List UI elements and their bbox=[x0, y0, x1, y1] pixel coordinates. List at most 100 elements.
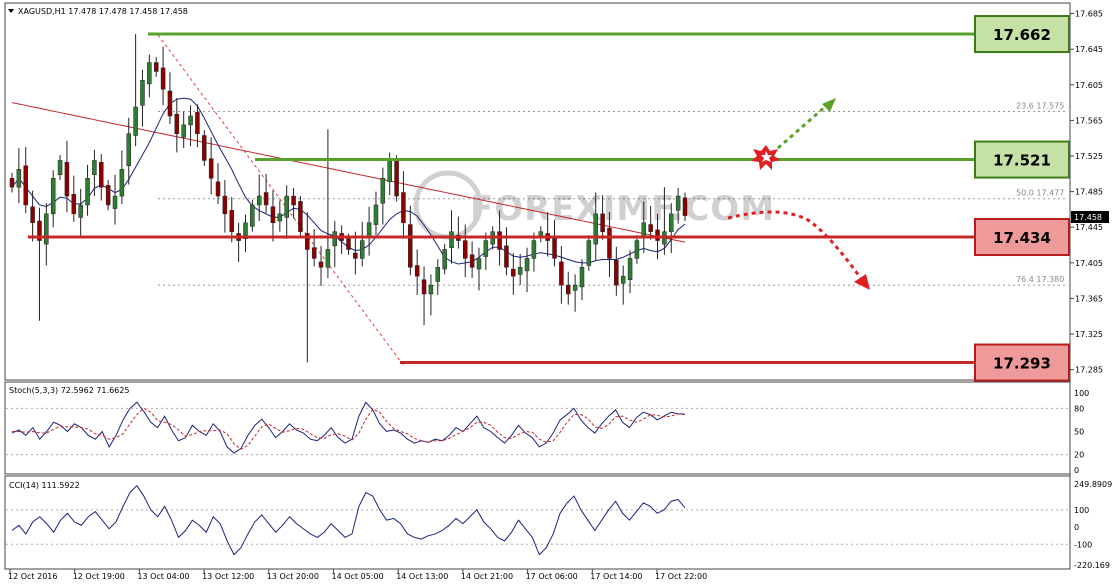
time-tick-label: 14 Oct 21:00 bbox=[461, 572, 513, 581]
candle-body bbox=[607, 227, 612, 259]
candle-body bbox=[387, 160, 392, 183]
candle-body bbox=[497, 231, 502, 250]
candle-body bbox=[133, 106, 138, 136]
time-tick-label: 17 Oct 22:00 bbox=[655, 572, 707, 581]
candle-body bbox=[504, 245, 509, 268]
price-axis: 17.685 17.645 17.605 17.565 17.525 17.485 17.4… bbox=[1070, 10, 1103, 375]
candle-body bbox=[9, 178, 15, 188]
candle-body bbox=[30, 206, 35, 224]
candle-body bbox=[462, 240, 468, 259]
fib-label: 76.4 17.380 bbox=[1016, 275, 1064, 284]
price-tick-label: 17.405 bbox=[1075, 259, 1103, 268]
level-label: 17.521 bbox=[993, 152, 1051, 170]
price-tick-label: 17.525 bbox=[1075, 152, 1103, 161]
candle-body bbox=[572, 284, 578, 291]
current-price-label: 17.458 bbox=[1074, 213, 1102, 222]
candle-body bbox=[669, 213, 674, 232]
candle-body bbox=[600, 213, 605, 232]
cci-tick-label: -100 bbox=[1074, 540, 1092, 549]
candle-body bbox=[408, 224, 413, 268]
time-tick-label: 17 Oct 14:00 bbox=[590, 572, 642, 581]
candle-body bbox=[401, 192, 406, 224]
candle-body bbox=[160, 67, 166, 90]
candle-body bbox=[524, 258, 530, 272]
candle-body bbox=[586, 240, 592, 266]
candle-body bbox=[23, 165, 28, 206]
candle-body bbox=[332, 231, 338, 247]
candle-body bbox=[346, 238, 351, 250]
candle-body bbox=[682, 197, 688, 216]
candle-body bbox=[263, 192, 269, 206]
candle-body bbox=[105, 185, 111, 206]
candle-body bbox=[222, 195, 228, 215]
candle-body bbox=[517, 267, 523, 275]
level-label: 17.662 bbox=[993, 26, 1051, 44]
level-label: 17.434 bbox=[993, 229, 1051, 247]
level-label: 17.293 bbox=[993, 355, 1051, 373]
candle-body bbox=[119, 169, 125, 197]
candle-body bbox=[153, 62, 159, 72]
stoch-tick-label: 50 bbox=[1074, 428, 1084, 437]
candle-body bbox=[359, 240, 365, 259]
cci-tick-label: 249.8909 bbox=[1074, 480, 1112, 489]
candle-body bbox=[270, 206, 276, 224]
fib-label: 50.0 17.477 bbox=[1016, 189, 1064, 198]
candle-body bbox=[277, 213, 283, 222]
candle-body bbox=[85, 178, 90, 206]
candle-body bbox=[284, 195, 289, 218]
stoch-tick-label: 20 bbox=[1074, 451, 1084, 460]
candle-body bbox=[428, 284, 434, 295]
candle-body bbox=[167, 90, 173, 117]
candle-body bbox=[614, 259, 619, 286]
candle-body bbox=[421, 279, 427, 295]
time-tick-label: 12 Oct 2016 bbox=[8, 572, 57, 581]
cci-tick-label: 0 bbox=[1074, 523, 1079, 532]
candle-body bbox=[99, 161, 104, 188]
candle-body bbox=[593, 213, 598, 245]
candle-body bbox=[57, 160, 63, 175]
candle-body bbox=[181, 124, 186, 138]
candle-body bbox=[579, 267, 585, 288]
candle-body bbox=[531, 240, 537, 259]
candle-body bbox=[311, 247, 317, 259]
candle-body bbox=[325, 249, 331, 268]
cci-tick-label: 100 bbox=[1074, 506, 1089, 515]
candle-body bbox=[195, 112, 200, 134]
svg-text:FOREXIMF.COM: FOREXIMF.COM bbox=[470, 189, 775, 229]
candle-body bbox=[78, 204, 83, 218]
candle-body bbox=[566, 284, 571, 295]
time-tick-label: 17 Oct 06:00 bbox=[526, 572, 578, 581]
candle-body bbox=[44, 213, 49, 245]
candle-body bbox=[140, 80, 145, 106]
candle-body bbox=[353, 252, 358, 259]
cci-label: CCI(14) 111.5922 bbox=[9, 481, 80, 490]
candle-body bbox=[483, 240, 489, 257]
price-tick-label: 17.445 bbox=[1075, 223, 1103, 232]
candle-body bbox=[476, 258, 482, 270]
time-tick-label: 13 Oct 20:00 bbox=[267, 572, 319, 581]
cci-tick-label: -220.169 bbox=[1074, 561, 1110, 570]
candle-body bbox=[442, 249, 447, 270]
candle-body bbox=[250, 204, 255, 227]
candle-body bbox=[188, 115, 193, 126]
forex-chart: 23.6 17.575 50.0 17.477 76.4 17.380 FOREXI… bbox=[4, 2, 1112, 581]
candle-body bbox=[634, 240, 640, 259]
price-tick-label: 17.685 bbox=[1075, 10, 1103, 19]
candle-body bbox=[414, 265, 420, 277]
candle-body bbox=[648, 224, 653, 232]
time-tick-label: 13 Oct 12:00 bbox=[202, 572, 254, 581]
cci-panel bbox=[4, 475, 1071, 570]
time-tick-label: 14 Oct 13:00 bbox=[396, 572, 448, 581]
candle-body bbox=[318, 261, 324, 268]
price-tick-label: 17.485 bbox=[1075, 188, 1103, 197]
candle-body bbox=[394, 160, 399, 197]
stoch-tick-label: 100 bbox=[1074, 389, 1089, 398]
candle-body bbox=[112, 195, 118, 209]
price-tick-label: 17.645 bbox=[1075, 45, 1103, 54]
candle-body bbox=[373, 204, 379, 225]
candle-body bbox=[559, 261, 564, 286]
candle-body bbox=[174, 113, 180, 134]
candle-body bbox=[449, 231, 454, 248]
price-tick-label: 17.285 bbox=[1075, 366, 1103, 375]
candle-body bbox=[208, 158, 214, 179]
